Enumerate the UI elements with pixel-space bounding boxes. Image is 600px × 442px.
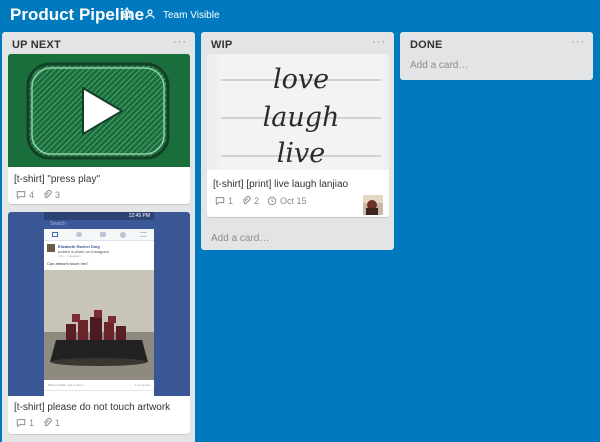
member-avatar[interactable] xyxy=(363,195,383,215)
card-title: [t-shirt] please do not touch artwork xyxy=(14,402,171,413)
attachments-count: 1 xyxy=(55,418,61,428)
card-cover-image xyxy=(8,54,190,167)
comment-icon xyxy=(215,197,225,206)
avatar xyxy=(47,244,55,252)
list-menu-icon[interactable]: ··· xyxy=(372,36,386,48)
team-visibility-button[interactable]: Team Visible xyxy=(144,6,220,24)
star-icon[interactable] xyxy=(120,6,136,22)
phone-nav-bar xyxy=(44,229,154,241)
phone-search-placeholder: Search xyxy=(50,221,66,227)
card-title: [t-shirt] [print] live laugh lanjiao xyxy=(213,179,349,190)
card-live-laugh[interactable]: love laugh live [t-shirt] [print] live l… xyxy=(207,54,389,217)
comments-count: 4 xyxy=(29,190,35,200)
phone-status-bar: 12:45 PM xyxy=(44,212,154,220)
paperclip-icon xyxy=(43,418,52,427)
comments-count: 1 xyxy=(228,196,234,206)
phone-comment-count: 1 Comment xyxy=(134,383,150,387)
phone-search-bar: Search xyxy=(44,220,154,229)
comment-icon xyxy=(16,419,26,428)
list-menu-icon[interactable]: ··· xyxy=(571,36,585,48)
card-cover-image: 12:45 PM Search Elizabeth Rachel Ding po… xyxy=(8,212,190,396)
list-wip: WIP ··· love laugh live [t-shirt] [print… xyxy=(201,32,394,250)
attachments-badge: 1 xyxy=(42,418,60,428)
comments-badge: 4 xyxy=(16,190,34,200)
phone-post-footer: Bianca Walsh and 4 others 1 Comment xyxy=(44,380,154,396)
attachments-badge: 2 xyxy=(241,196,259,206)
cover-word-love: love xyxy=(273,64,329,95)
phone-post-text: Can artwork touch me? xyxy=(47,261,89,266)
phone-post-meta: 4 hrs · Instagram · xyxy=(58,254,83,258)
due-date-badge: Oct 15 xyxy=(267,196,307,206)
team-icon xyxy=(144,8,158,22)
paperclip-icon xyxy=(242,196,251,205)
attachments-badge: 3 xyxy=(42,190,60,200)
add-card-link[interactable]: Add a card… xyxy=(208,231,272,246)
comments-badge: 1 xyxy=(16,418,34,428)
comments-badge: 1 xyxy=(215,196,233,206)
list-up-next: UP NEXT ··· [t-shirt] "press play" 4 3 1… xyxy=(2,32,195,442)
list-title[interactable]: DONE xyxy=(410,39,443,51)
card-title: [t-shirt] "press play" xyxy=(14,174,101,185)
phone-screenshot: 12:45 PM Search Elizabeth Rachel Ding po… xyxy=(44,212,154,396)
list-menu-icon[interactable]: ··· xyxy=(173,36,187,48)
cover-word-live: live xyxy=(277,138,326,169)
phone-likes-text: Bianca Walsh and 4 others xyxy=(48,383,84,387)
board-header: Product Pipeline Team Visible xyxy=(0,0,600,30)
card-do-not-touch-artwork[interactable]: 12:45 PM Search Elizabeth Rachel Ding po… xyxy=(8,212,190,434)
add-card-link[interactable]: Add a card… xyxy=(407,58,471,73)
artwork-photo xyxy=(44,270,154,380)
clock-icon xyxy=(267,196,277,206)
comments-count: 1 xyxy=(29,418,35,428)
list-title[interactable]: WIP xyxy=(211,39,232,51)
card-badges: 1 1 xyxy=(16,418,68,428)
card-badges: 4 3 xyxy=(16,190,68,200)
phone-status-time: 12:45 PM xyxy=(128,213,150,219)
card-badges: 1 2 Oct 15 xyxy=(215,196,315,206)
attachments-count: 2 xyxy=(254,196,260,206)
comment-icon xyxy=(16,191,26,200)
list-header: DONE ··· xyxy=(400,32,593,56)
team-label: Team Visible xyxy=(163,9,220,21)
list-title[interactable]: UP NEXT xyxy=(12,39,61,51)
attachments-count: 3 xyxy=(55,190,61,200)
card-cover-image: love laugh live xyxy=(207,54,389,170)
due-date: Oct 15 xyxy=(280,196,307,206)
play-button-icon xyxy=(8,54,190,167)
love-laugh-live-artwork: love laugh live xyxy=(219,54,383,170)
phone-post-header: Elizabeth Rachel Ding posted a photo on … xyxy=(47,244,151,258)
list-done: DONE ··· Add a card… xyxy=(400,32,593,80)
paperclip-icon xyxy=(43,190,52,199)
cover-word-laugh: laugh xyxy=(263,102,340,133)
list-header: WIP ··· xyxy=(201,32,394,56)
card-press-play[interactable]: [t-shirt] "press play" 4 3 xyxy=(8,54,190,204)
list-header: UP NEXT ··· xyxy=(2,32,195,56)
